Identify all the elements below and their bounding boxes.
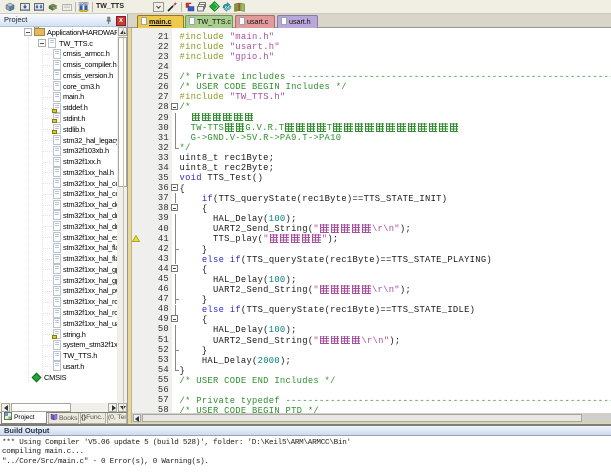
svg-text:LOAD: LOAD	[80, 2, 87, 6]
